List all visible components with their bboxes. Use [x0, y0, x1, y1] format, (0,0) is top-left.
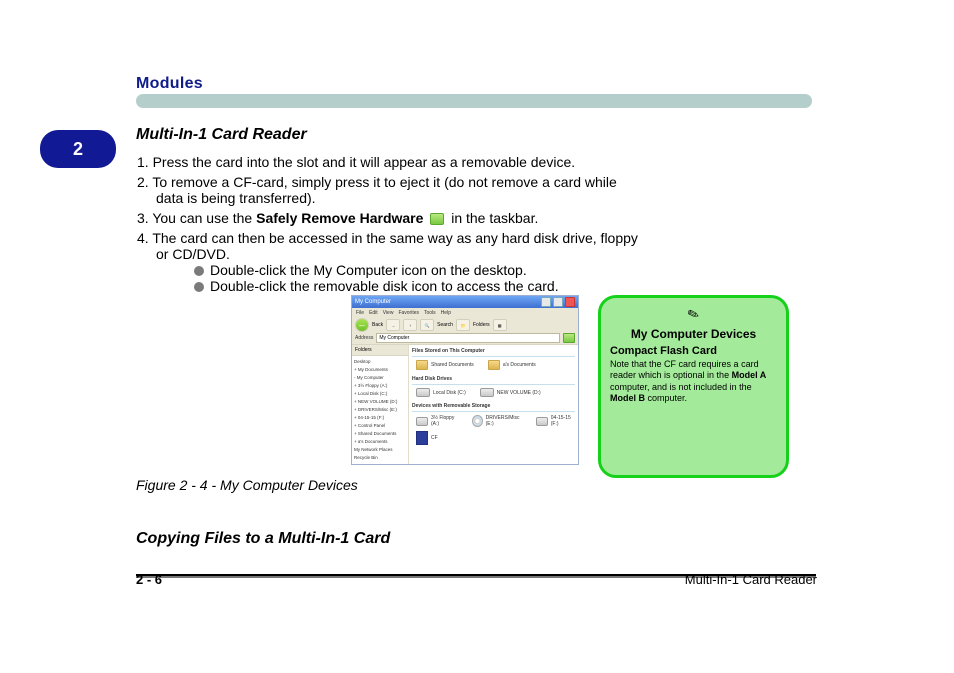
copy-heading: Copying Files to a Multi-In-1 Card	[136, 530, 390, 548]
step-2: 2. To remove a CF-card, simply press it …	[137, 174, 697, 190]
drive-icon	[536, 417, 548, 426]
tree-item[interactable]: + a's Documents	[354, 438, 406, 446]
step-1: 1. Press the card into the slot and it w…	[137, 154, 697, 170]
cd-icon	[472, 415, 482, 427]
floppy-a-item[interactable]: 3½ Floppy (A:)	[416, 415, 458, 427]
chapter-pill: 2	[40, 130, 116, 168]
new-volume-d-item[interactable]: NEW VOLUME (D:)	[480, 388, 541, 397]
tree-item[interactable]: + 3½ Floppy (A:)	[354, 382, 406, 390]
search-button[interactable]: 🔍	[420, 319, 434, 331]
step-4: 4. The card can then be accessed in the …	[137, 230, 697, 246]
address-input[interactable]: My Computer	[376, 333, 560, 343]
tree-item[interactable]: + Local Disk (C:)	[354, 390, 406, 398]
removable-f-item[interactable]: 04-15-15 (F:)	[536, 415, 575, 427]
local-disk-c-item[interactable]: Local Disk (C:)	[416, 388, 466, 397]
step-2b: data is being transferred).	[156, 190, 716, 206]
note-box: ✎ My Computer Devices Compact Flash Card…	[598, 295, 789, 478]
footer-text: Multi-In-1 Card Reader	[685, 572, 817, 587]
group-hard-disk: Hard Disk Drives	[412, 376, 575, 382]
tree-item[interactable]: Desktop	[354, 358, 406, 366]
sidebar-header: Folders	[352, 345, 408, 356]
user-documents-item[interactable]: a's Documents	[488, 360, 536, 370]
tree-item[interactable]: Recycle Bin	[354, 454, 406, 462]
folder-icon	[488, 360, 500, 370]
folder-tree[interactable]: Desktop + My Documents - My Computer + 3…	[352, 356, 408, 464]
drive-icon	[480, 388, 494, 397]
header-bar	[136, 94, 812, 108]
group-files-stored: Files Stored on This Computer	[412, 348, 575, 354]
header-text: Modules	[136, 75, 203, 93]
drive-icon	[416, 388, 430, 397]
safely-remove-icon	[430, 213, 444, 225]
go-button[interactable]	[563, 333, 575, 343]
tree-item[interactable]: + NEW VOLUME (D:)	[354, 398, 406, 406]
group-removable: Devices with Removable Storage	[412, 403, 575, 409]
compact-flash-icon	[416, 431, 428, 445]
step-3: 3. You can use the Safely Remove Hardwar…	[137, 210, 697, 226]
tree-item[interactable]: + 04-15-15 (F:)	[354, 414, 406, 422]
menu-help[interactable]: Help	[441, 310, 451, 316]
menu-view[interactable]: View	[383, 310, 394, 316]
sidebar-panel: Folders Desktop + My Documents - My Comp…	[352, 345, 409, 465]
views-button[interactable]: ▦	[493, 319, 507, 331]
back-button[interactable]: ⟵	[355, 318, 369, 332]
figure-label: Figure 2 - 4 - My Computer Devices	[136, 477, 358, 493]
tree-item[interactable]: My Network Places	[354, 446, 406, 454]
tree-item[interactable]: - My Computer	[354, 374, 406, 382]
note-body: Note that the CF card requires a card re…	[610, 359, 777, 404]
section-title: Multi-In-1 Card Reader	[136, 126, 307, 144]
maximize-button[interactable]	[553, 297, 563, 307]
menu-bar: File Edit View Favorites Tools Help	[352, 308, 578, 318]
tree-item[interactable]: + Control Panel	[354, 422, 406, 430]
forward-button[interactable]: →	[386, 319, 400, 331]
toolbar: ⟵ Back → ↑ 🔍 Search 📁 Folders ▦	[352, 318, 578, 332]
step-4b: or CD/DVD.	[156, 246, 716, 262]
menu-edit[interactable]: Edit	[369, 310, 378, 316]
step-4-sub1: Double-click the My Computer icon on the…	[194, 262, 527, 278]
window-title: My Computer	[355, 299, 391, 305]
folders-button[interactable]: 📁	[456, 319, 470, 331]
menu-favorites[interactable]: Favorites	[398, 310, 419, 316]
shared-documents-item[interactable]: Shared Documents	[416, 360, 474, 370]
tree-item[interactable]: + DRIVERS/Misc (E:)	[354, 406, 406, 414]
minimize-button[interactable]	[541, 297, 551, 307]
cf-card-item[interactable]: CF	[416, 431, 438, 445]
step-4-sub2: Double-click the removable disk icon to …	[194, 278, 559, 294]
note-subtitle: Compact Flash Card	[610, 345, 777, 357]
address-label: Address	[355, 335, 373, 341]
close-button[interactable]	[565, 297, 575, 307]
tree-item[interactable]: + My Documents	[354, 366, 406, 374]
footer-page-number: 2 - 6	[136, 572, 162, 587]
floppy-icon	[416, 417, 428, 426]
folder-icon	[416, 360, 428, 370]
address-row: Address My Computer	[352, 332, 578, 345]
tree-item[interactable]: + Shared Documents	[354, 430, 406, 438]
up-button[interactable]: ↑	[403, 319, 417, 331]
content-pane: Files Stored on This Computer Shared Doc…	[409, 345, 578, 465]
menu-file[interactable]: File	[356, 310, 364, 316]
cd-e-item[interactable]: DRIVERS/Misc (E:)	[472, 415, 522, 427]
window-titlebar: My Computer	[352, 296, 578, 308]
menu-tools[interactable]: Tools	[424, 310, 436, 316]
screenshot-my-computer: My Computer File Edit View Favorites Too…	[351, 295, 579, 465]
